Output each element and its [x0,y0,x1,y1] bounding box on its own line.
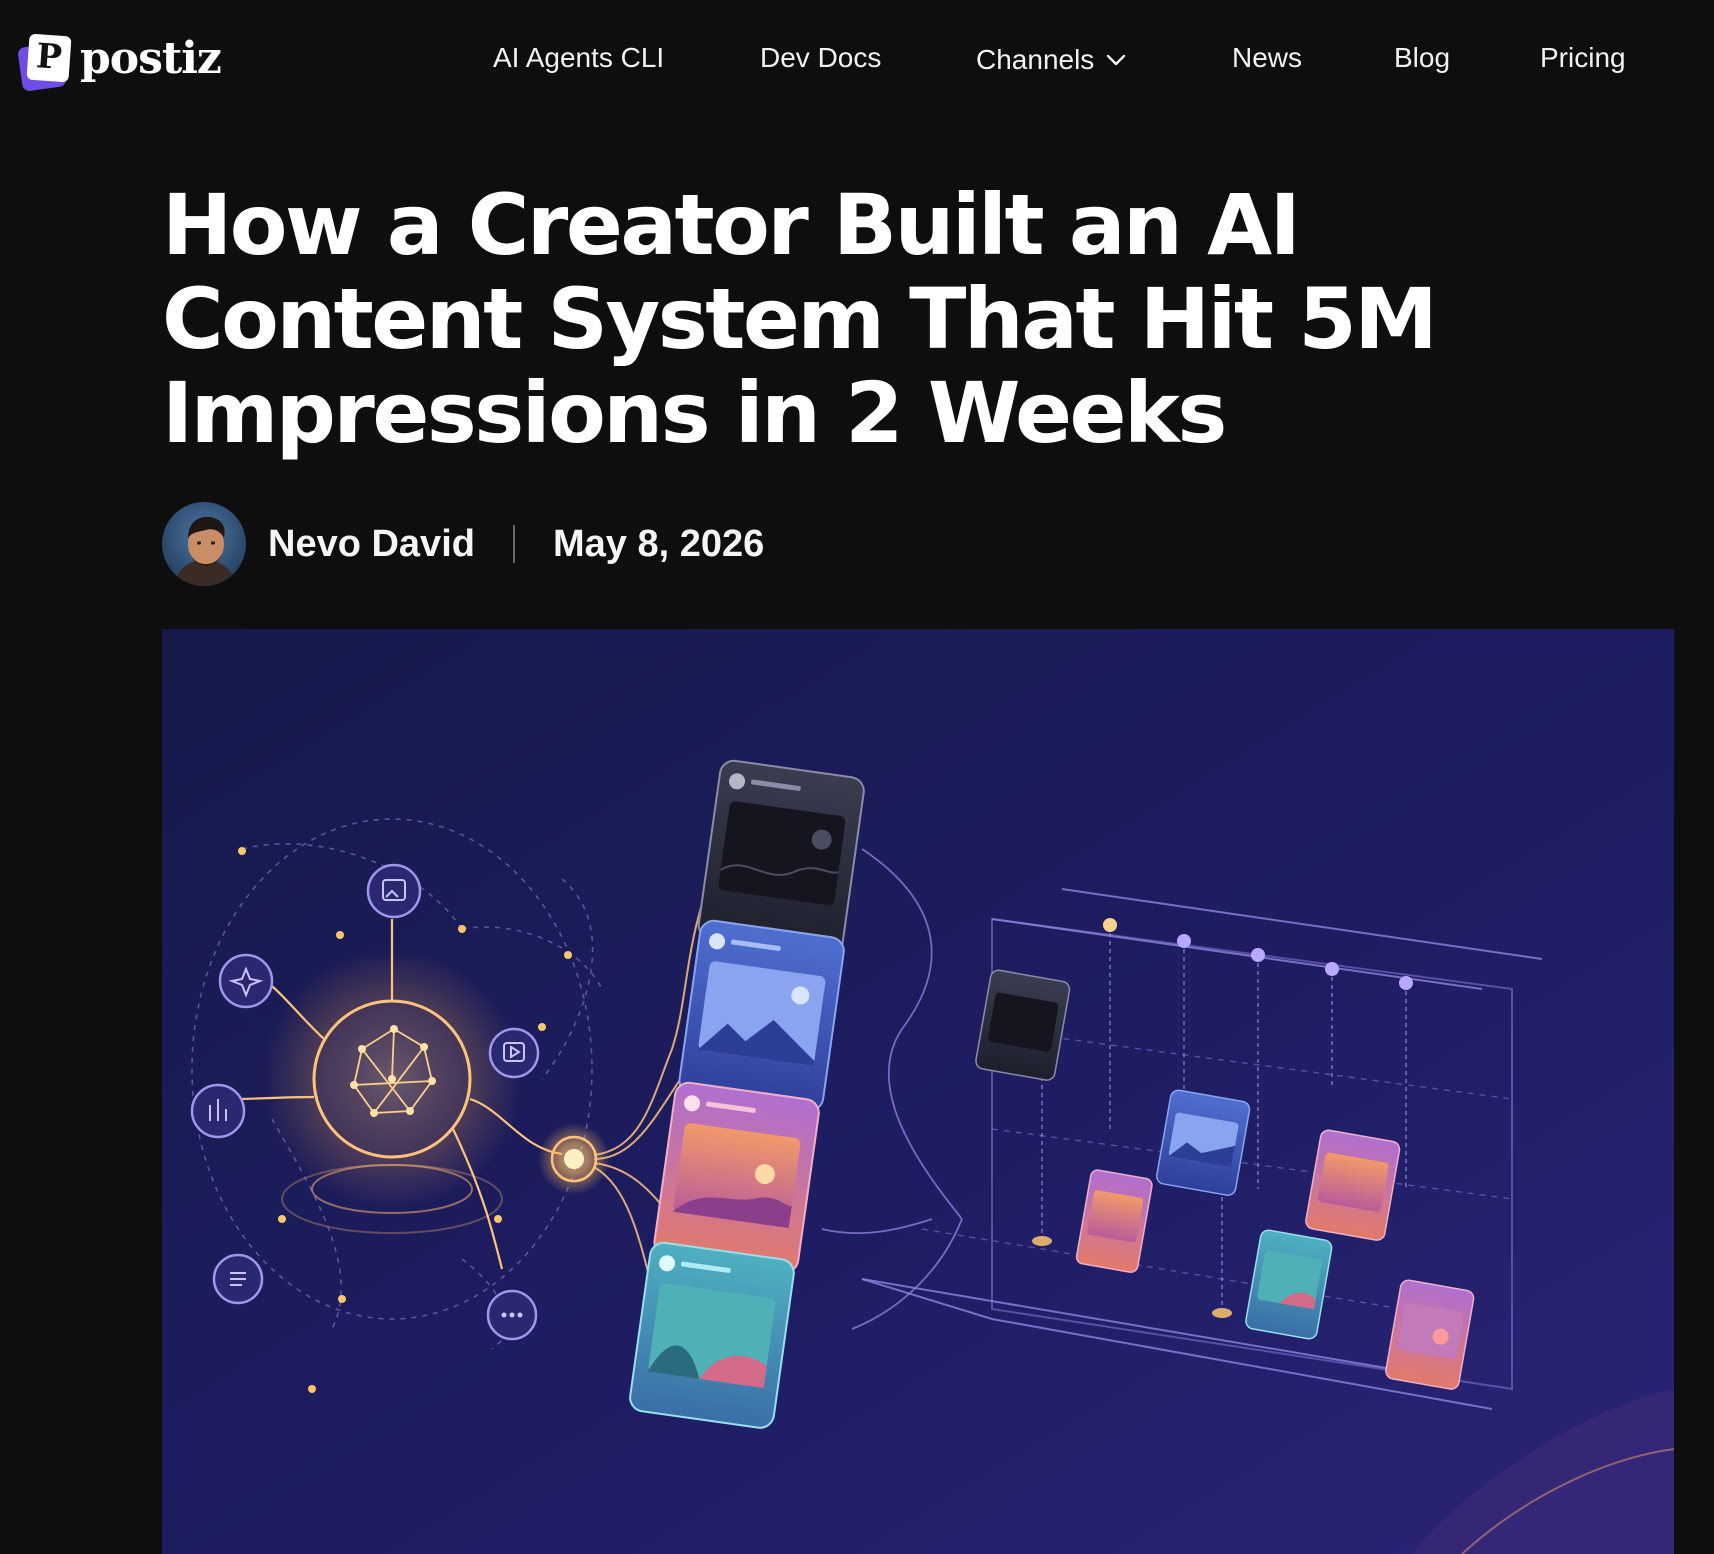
nav-blog[interactable]: Blog [1394,40,1450,76]
nav-pricing[interactable]: Pricing [1540,40,1626,76]
publish-date: May 8, 2026 [552,522,765,565]
postiz-logo-icon: P [17,33,72,92]
meta-divider [512,525,515,563]
article-title: How a Creator Built an AI Content System… [162,176,1438,462]
nav-channels-label: Channels [976,44,1095,75]
nav-news[interactable]: News [1232,40,1302,76]
logo-letter: P [34,36,64,78]
logo-link[interactable]: P postiz [17,30,222,94]
chevron-down-icon [1107,54,1126,66]
top-nav: P postiz AI Agents CLI Dev Docs Channels… [0,0,1714,120]
page: P postiz AI Agents CLI Dev Docs Channels… [0,0,1714,1554]
article-meta: Nevo David May 8, 2026 [162,502,764,586]
avatar-image [162,502,246,586]
nav-dev-docs[interactable]: Dev Docs [760,40,881,76]
nav-channels-dropdown[interactable]: Channels [976,42,1128,78]
hero-image [162,629,1674,1554]
author-name[interactable]: Nevo David [268,523,475,566]
author-avatar[interactable] [162,502,246,586]
logo-wordmark: postiz [80,33,222,84]
nav-ai-agents-cli[interactable]: AI Agents CLI [493,40,664,76]
